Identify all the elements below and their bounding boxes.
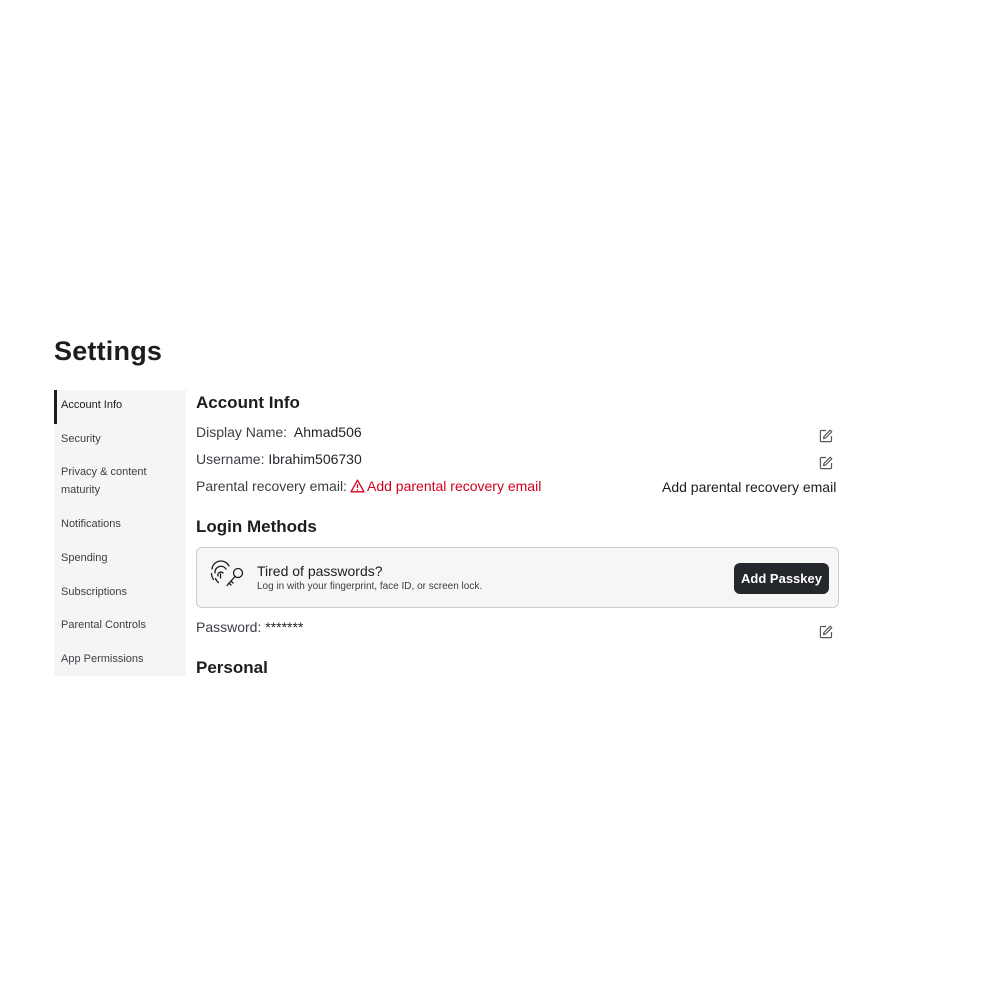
edit-icon[interactable] xyxy=(819,625,833,639)
display-name-label: Display Name: xyxy=(196,424,288,440)
sidebar-item-privacy[interactable]: Privacy & content maturity xyxy=(54,463,154,499)
display-name-value: Ahmad506 xyxy=(293,424,362,440)
password-row: Password: ******* xyxy=(196,619,303,635)
personal-heading: Personal xyxy=(196,658,268,677)
page-title: Settings xyxy=(54,336,163,366)
display-name-row: Display Name: Ahmad506 xyxy=(196,424,362,440)
account-info-heading: Account Info xyxy=(196,393,300,412)
sidebar-item-parental-controls[interactable]: Parental Controls xyxy=(54,616,186,634)
sidebar-item-app-permissions[interactable]: App Permissions xyxy=(54,650,186,668)
add-recovery-warning-link[interactable]: Add parental recovery email xyxy=(350,478,541,494)
username-row: Username: Ibrahim506730 xyxy=(196,451,362,467)
fingerprint-key-icon xyxy=(210,560,244,587)
password-value: ******* xyxy=(265,619,304,635)
edit-icon[interactable] xyxy=(819,456,833,470)
passkey-card: Tired of passwords? Log in with your fin… xyxy=(196,547,839,608)
warning-triangle-icon xyxy=(350,479,365,493)
username-value: Ibrahim506730 xyxy=(268,451,362,467)
edit-icon[interactable] xyxy=(819,429,833,443)
passkey-title: Tired of passwords? xyxy=(257,563,383,579)
sidebar-item-account-info[interactable]: Account Info xyxy=(54,396,186,414)
add-recovery-email-button[interactable]: Add parental recovery email xyxy=(662,479,836,495)
sidebar-item-notifications[interactable]: Notifications xyxy=(54,515,186,533)
add-passkey-button[interactable]: Add Passkey xyxy=(734,563,829,594)
settings-sidebar: Account Info Security Privacy & content … xyxy=(54,390,186,676)
parental-recovery-label: Parental recovery email: xyxy=(196,478,347,494)
add-recovery-warning-text: Add parental recovery email xyxy=(367,478,542,494)
password-label: Password: xyxy=(196,619,262,635)
sidebar-item-security[interactable]: Security xyxy=(54,430,186,448)
sidebar-item-subscriptions[interactable]: Subscriptions xyxy=(54,583,186,601)
sidebar-item-spending[interactable]: Spending xyxy=(54,549,186,567)
passkey-subtitle: Log in with your fingerprint, face ID, o… xyxy=(257,581,483,592)
login-methods-heading: Login Methods xyxy=(196,517,317,536)
username-label: Username: xyxy=(196,451,265,467)
